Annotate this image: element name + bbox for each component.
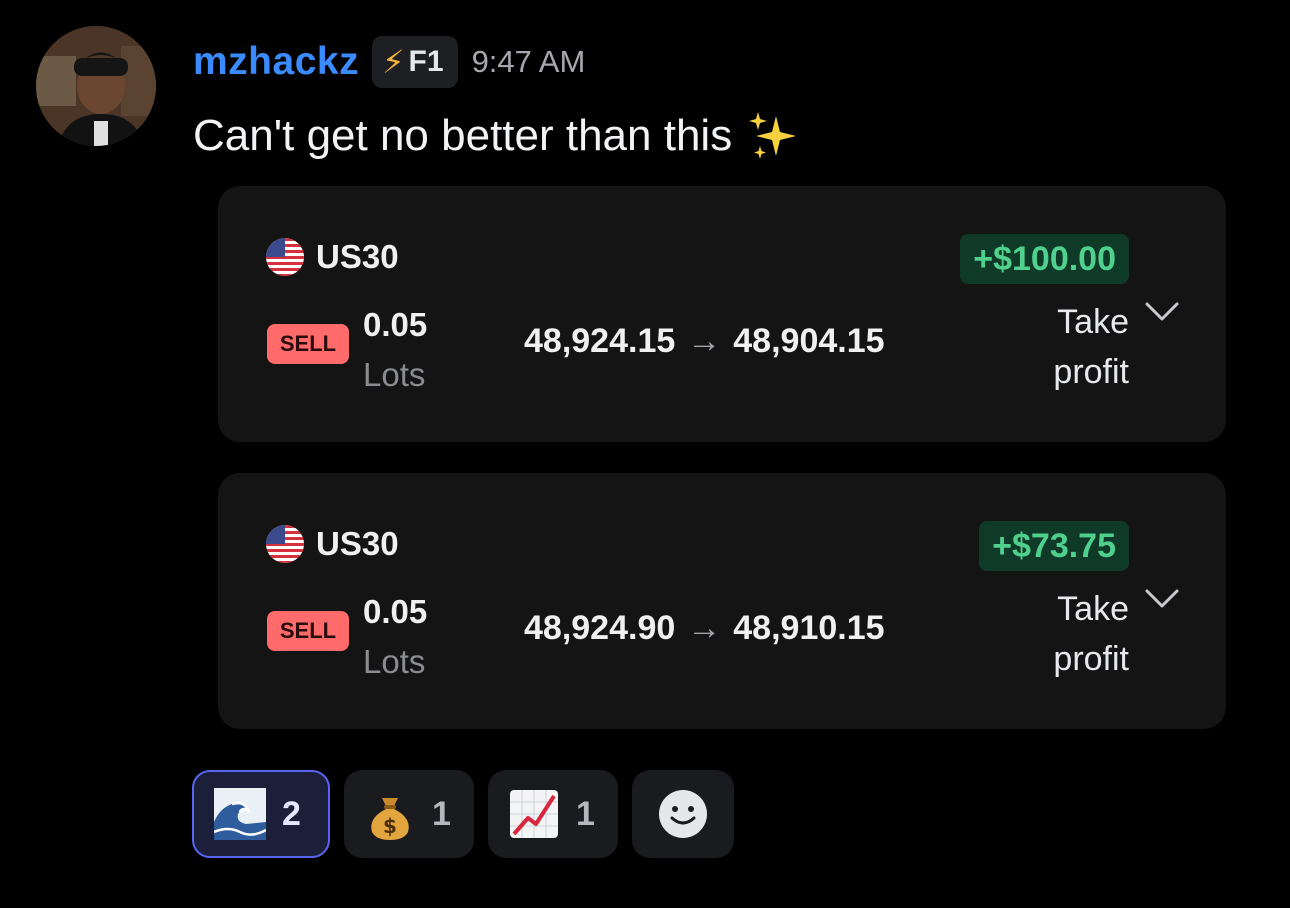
sell-badge: SELL: [267, 324, 349, 364]
message-header: mzhackz ⚡ F1 9:47 AM: [193, 36, 585, 88]
close-reason-line1: Take: [1057, 303, 1129, 341]
trade-card[interactable]: US30 +$100.00 SELL 0.05 Lots 48,924.15 →…: [218, 186, 1226, 442]
wave-emoji: [214, 788, 266, 840]
trade-symbol: US30: [266, 525, 399, 563]
chevron-down-icon[interactable]: [1144, 588, 1180, 610]
smiley-add-reaction-icon: [659, 790, 707, 838]
lot-value: 0.05: [363, 306, 428, 343]
close-reason-line2: profit: [1053, 353, 1129, 391]
trade-card[interactable]: US30 +$73.75 SELL 0.05 Lots 48,924.90 → …: [218, 473, 1226, 729]
price-range: 48,924.15 → 48,904.15: [524, 322, 885, 361]
entry-price: 48,924.90: [524, 609, 676, 647]
chart-increasing-emoji: [510, 790, 558, 838]
reaction-count: 1: [576, 794, 595, 833]
trade-symbol: US30: [266, 238, 399, 276]
us-flag-icon: [266, 525, 304, 563]
entry-price: 48,924.15: [524, 322, 676, 360]
exit-price: 48,910.15: [733, 609, 885, 647]
reaction-wave[interactable]: 2: [192, 770, 330, 858]
message-text: Can't get no better than this: [193, 111, 733, 160]
reaction-chart-increasing[interactable]: 1: [488, 770, 618, 858]
sparkles-emoji: [749, 112, 797, 159]
username[interactable]: mzhackz: [193, 40, 359, 84]
profit-badge: +$100.00: [960, 234, 1129, 284]
arrow-right-icon: →: [687, 322, 722, 360]
lot-size: 0.05 Lots: [363, 300, 427, 400]
price-range: 48,924.90 → 48,910.15: [524, 609, 885, 648]
arrow-right-icon: →: [687, 609, 722, 647]
lot-unit: Lots: [363, 356, 426, 393]
reaction-count: 2: [282, 794, 301, 833]
message-timestamp[interactable]: 9:47 AM: [472, 44, 586, 80]
message-content: Can't get no better than this: [193, 108, 802, 164]
close-reason-line2: profit: [1053, 640, 1129, 678]
reactions-bar: 2 $ 1 1: [192, 770, 734, 858]
close-reason: Take profit: [1053, 584, 1129, 684]
reaction-money-bag[interactable]: $ 1: [344, 770, 474, 858]
sell-badge: SELL: [267, 611, 349, 651]
chevron-down-icon[interactable]: [1144, 301, 1180, 323]
user-avatar[interactable]: [36, 26, 156, 146]
lightning-bolt-icon: ⚡: [382, 44, 405, 80]
lot-unit: Lots: [363, 643, 426, 680]
server-tag[interactable]: ⚡ F1: [372, 36, 458, 88]
close-reason: Take profit: [1053, 297, 1129, 397]
add-reaction-button[interactable]: [632, 770, 734, 858]
profit-badge: +$73.75: [979, 521, 1129, 571]
lot-size: 0.05 Lots: [363, 587, 427, 687]
close-reason-line1: Take: [1057, 590, 1129, 628]
exit-price: 48,904.15: [733, 322, 885, 360]
server-tag-label: F1: [408, 45, 444, 78]
lot-value: 0.05: [363, 593, 428, 630]
reaction-count: 1: [432, 794, 451, 833]
symbol-label: US30: [316, 238, 399, 275]
symbol-label: US30: [316, 525, 399, 562]
svg-text:$: $: [383, 814, 397, 838]
money-bag-emoji: $: [371, 798, 409, 840]
us-flag-icon: [266, 238, 304, 276]
